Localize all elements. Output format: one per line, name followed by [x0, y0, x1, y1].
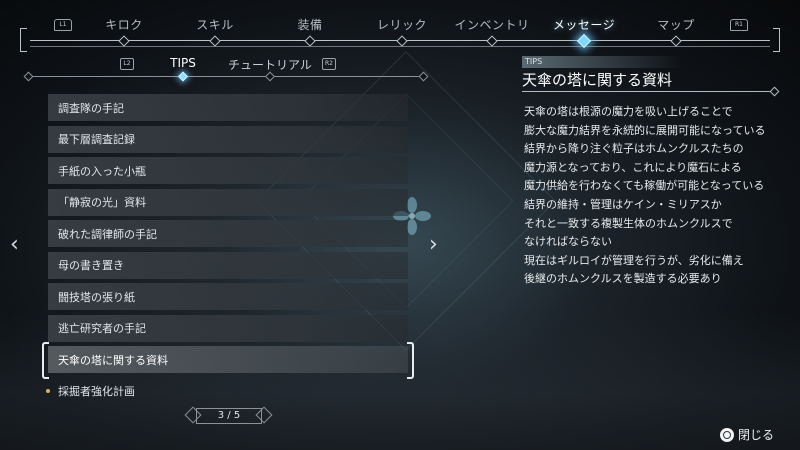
tab-equipment-marker: [304, 35, 316, 47]
tab-inventory[interactable]: インベントリ: [454, 16, 529, 33]
new-indicator-icon: [46, 388, 50, 393]
detail-title: 天傘の塔に関する資料: [522, 71, 673, 89]
tab-skill-marker: [209, 35, 221, 47]
list-item-label: 天傘の塔に関する資料: [58, 353, 168, 367]
list-item-label: 「静寂の光」資料: [58, 196, 146, 209]
close-button[interactable]: 閉じる: [720, 426, 774, 443]
detail-divider: [522, 91, 772, 92]
detail-line: なければならない: [524, 235, 612, 249]
list-item[interactable]: 闘技塔の張り紙: [48, 283, 408, 310]
detail-body: 天傘の塔は根源の魔力を吸い上げることで 膨大な魔力結界を永続的に展開可能になって…: [524, 103, 780, 289]
nav-line-lower: [30, 46, 770, 47]
list-item[interactable]: 調査隊の手記: [48, 94, 408, 121]
next-page-arrow-icon[interactable]: ›: [429, 234, 438, 256]
detail-category-tag: TIPS: [522, 56, 682, 68]
list-item[interactable]: 破れた調律師の手記: [48, 220, 408, 247]
list-item-label: 破れた調律師の手記: [58, 227, 157, 241]
detail-line: 膨大な魔力結界を永続的に展開可能になっている: [524, 123, 766, 137]
list-item[interactable]: 逃亡研究者の手記: [48, 314, 408, 342]
prev-page-arrow-icon[interactable]: ‹: [10, 234, 19, 256]
list-item[interactable]: 最下層調査記録: [48, 125, 408, 153]
tab-inventory-marker: [486, 35, 498, 47]
list-item[interactable]: 「静寂の光」資料: [48, 188, 408, 216]
detail-line: 後継のホムンクルスを製造する必要あり: [524, 272, 722, 286]
tab-map-marker: [670, 35, 682, 47]
list-item-label: 逃亡研究者の手記: [58, 322, 146, 335]
detail-line: それと一致する複製生体のホムンクルスで: [524, 216, 733, 230]
list-item-label: 採掘者強化計画: [58, 385, 135, 398]
list-item-label: 母の書き置き: [58, 259, 124, 272]
tab-skill[interactable]: スキル: [196, 16, 234, 33]
l2-button-hint[interactable]: L2: [120, 58, 134, 70]
detail-line: 現在はギルロイが管理を行うが、劣化に備え: [524, 253, 744, 267]
tab-equipment[interactable]: 装備: [297, 16, 322, 33]
detail-line: 結界の維持・管理はケイン・ミリアスか: [524, 197, 722, 211]
circle-button-icon: [720, 427, 734, 442]
list-item-label: 調査隊の手記: [58, 101, 124, 115]
detail-line: 魔力供給を行わなくても稼働が可能となっている: [524, 179, 765, 193]
tab-tips[interactable]: TIPS: [170, 56, 196, 70]
r2-button-hint[interactable]: R2: [322, 58, 336, 70]
tab-kiroku[interactable]: キロク: [105, 16, 143, 33]
list-item[interactable]: 手紙の入った小瓶: [48, 157, 408, 184]
sub-tabs: L2 TIPS チュートリアル R2: [23, 56, 429, 82]
l1-button-hint[interactable]: L1: [54, 19, 72, 31]
detail-line: 天傘の塔は根源の魔力を吸い上げることで: [524, 105, 733, 118]
list-item-label: 闘技塔の張り紙: [58, 290, 135, 304]
list-item-selected[interactable]: 天傘の塔に関する資料: [42, 342, 414, 379]
tab-tips-marker: [178, 71, 188, 82]
tab-tutorial-marker: [265, 71, 275, 82]
tab-relic-marker: [396, 35, 408, 47]
list-item-label: 最下層調査記録: [58, 133, 135, 146]
page-indicator: 3 / 5: [184, 406, 274, 424]
detail-divider-end: [769, 86, 780, 97]
selection-bracket-left: [42, 342, 49, 379]
nav-bracket-left: [20, 28, 27, 52]
detail-line: 結界から降り注ぐ粒子はホムンクルスたちの: [524, 142, 744, 156]
list-item[interactable]: 採掘者強化計画: [46, 378, 408, 405]
list-item-label: 手紙の入った小瓶: [58, 164, 146, 178]
list-item[interactable]: 母の書き置き: [48, 251, 408, 279]
selection-bracket-right: [407, 342, 414, 379]
tab-map[interactable]: マップ: [657, 16, 695, 33]
sub-tabs-line: [28, 76, 424, 77]
page-number: 3 / 5: [196, 408, 262, 424]
tab-kiroku-marker: [118, 35, 130, 47]
tab-tutorial[interactable]: チュートリアル: [228, 56, 312, 73]
tab-message[interactable]: メッセージ: [553, 16, 615, 33]
close-label: 閉じる: [738, 428, 775, 442]
top-nav: L1 R1 キロク スキル 装備 レリック インベントリ メッセージ マップ: [20, 10, 780, 52]
detail-line: 魔力源となっており、これにより魔石による: [524, 160, 742, 174]
tab-relic[interactable]: レリック: [377, 16, 427, 33]
sub-tabs-end-left: [23, 71, 34, 82]
nav-bracket-right: [773, 28, 780, 52]
r1-button-hint[interactable]: R1: [730, 19, 748, 31]
tips-list: 調査隊の手記 最下層調査記録 手紙の入った小瓶 「静寂の光」資料 破れた調律師の…: [42, 94, 414, 409]
